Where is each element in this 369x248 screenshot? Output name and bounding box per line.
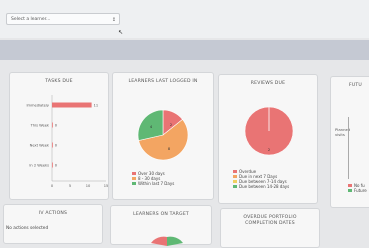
pie-slice-label: 2 — [268, 148, 270, 152]
chevron-down-icon[interactable]: ↕ — [112, 14, 116, 26]
overdue-portfolio-title-line2: COMPLETION DATES — [245, 221, 295, 226]
tasks-due-panel: TASKS DUE Immediately 11 This Week 0 Next We… — [9, 72, 109, 200]
bar-value-label: 0 — [55, 124, 58, 128]
learner-select-placeholder: Select a learner... — [11, 17, 51, 22]
category-label: Immediately — [27, 104, 50, 108]
legend-item: Future — [348, 188, 367, 193]
bar-value-label: 0 — [55, 144, 58, 148]
x-tick-label: 5 — [69, 184, 71, 188]
legend-swatch — [348, 189, 352, 192]
overdue-portfolio-title: OVERDUE PORTFOLIO COMPLETION DATES — [221, 215, 319, 227]
learners-on-target-chart — [151, 236, 183, 246]
legend-swatch — [132, 177, 136, 180]
legend-swatch — [132, 172, 136, 175]
legend-swatch — [233, 170, 237, 173]
legend-label: Within last 7 Days — [138, 181, 175, 186]
overdue-portfolio-panel: OVERDUE PORTFOLIO COMPLETION DATES — [220, 208, 320, 248]
legend-item: Within last 7 Days — [132, 181, 174, 186]
iv-actions-title: IV ACTIONS — [38, 211, 68, 216]
bar — [52, 142, 53, 148]
no-actions-message: No actions selected — [6, 226, 49, 231]
legend-swatch — [233, 175, 237, 178]
category-label: Next Week — [30, 144, 50, 148]
bar-value-label: 0 — [55, 164, 58, 168]
category-label: In 2 Weeks — [29, 164, 49, 168]
pie-slice-label: 2 — [170, 123, 172, 127]
learner-select[interactable]: Select a learner... ↕ — [6, 13, 120, 25]
legend-label: Due between 14-28 days — [239, 184, 290, 189]
header-band — [0, 40, 369, 60]
future-title: FUTU — [349, 83, 362, 88]
future-axis-line — [348, 117, 349, 179]
bar — [52, 122, 53, 128]
reviews-legend: Overdue Due in next 7 Days Due between 7… — [233, 169, 289, 189]
x-tick-label: 10 — [86, 184, 91, 188]
on-target-pie-arc-red — [151, 236, 167, 246]
legend-swatch — [233, 185, 237, 188]
x-tick-label: 0 — [51, 184, 54, 188]
mouse-cursor-icon: ↖ — [118, 29, 124, 36]
future-legend: No fu Future — [348, 183, 367, 193]
iv-actions-panel: IV ACTIONS — [3, 204, 103, 244]
legend-swatch — [233, 180, 237, 183]
bar — [52, 102, 92, 108]
on-target-pie-arc-green — [167, 236, 183, 246]
category-label: This Week — [30, 124, 50, 128]
learners-legend: Over 30 days 8 - 30 days Within last 7 D… — [132, 171, 174, 186]
bar — [52, 162, 53, 168]
tasks-due-chart: Immediately 11 This Week 0 Next Week 0 In 2 We… — [27, 95, 109, 188]
legend-swatch — [348, 184, 352, 187]
x-tick-label: 15 — [104, 184, 109, 188]
legend-swatch — [132, 182, 136, 185]
reviews-due-panel: REVIEWS DUE 2 Overdue Due in next 7 Days… — [218, 74, 318, 204]
future-panel: FUTU Planned visits No fu Future — [330, 76, 369, 208]
learners-last-logged-in-panel: LEARNERS LAST LOGGED IN 428 Over 30 days… — [112, 72, 214, 200]
bar-value-label: 11 — [94, 104, 99, 108]
learners-on-target-panel: LEARNERS ON TARGET — [110, 205, 212, 246]
legend-item: Due between 14-28 days — [233, 184, 289, 189]
legend-label: Future — [354, 188, 367, 193]
